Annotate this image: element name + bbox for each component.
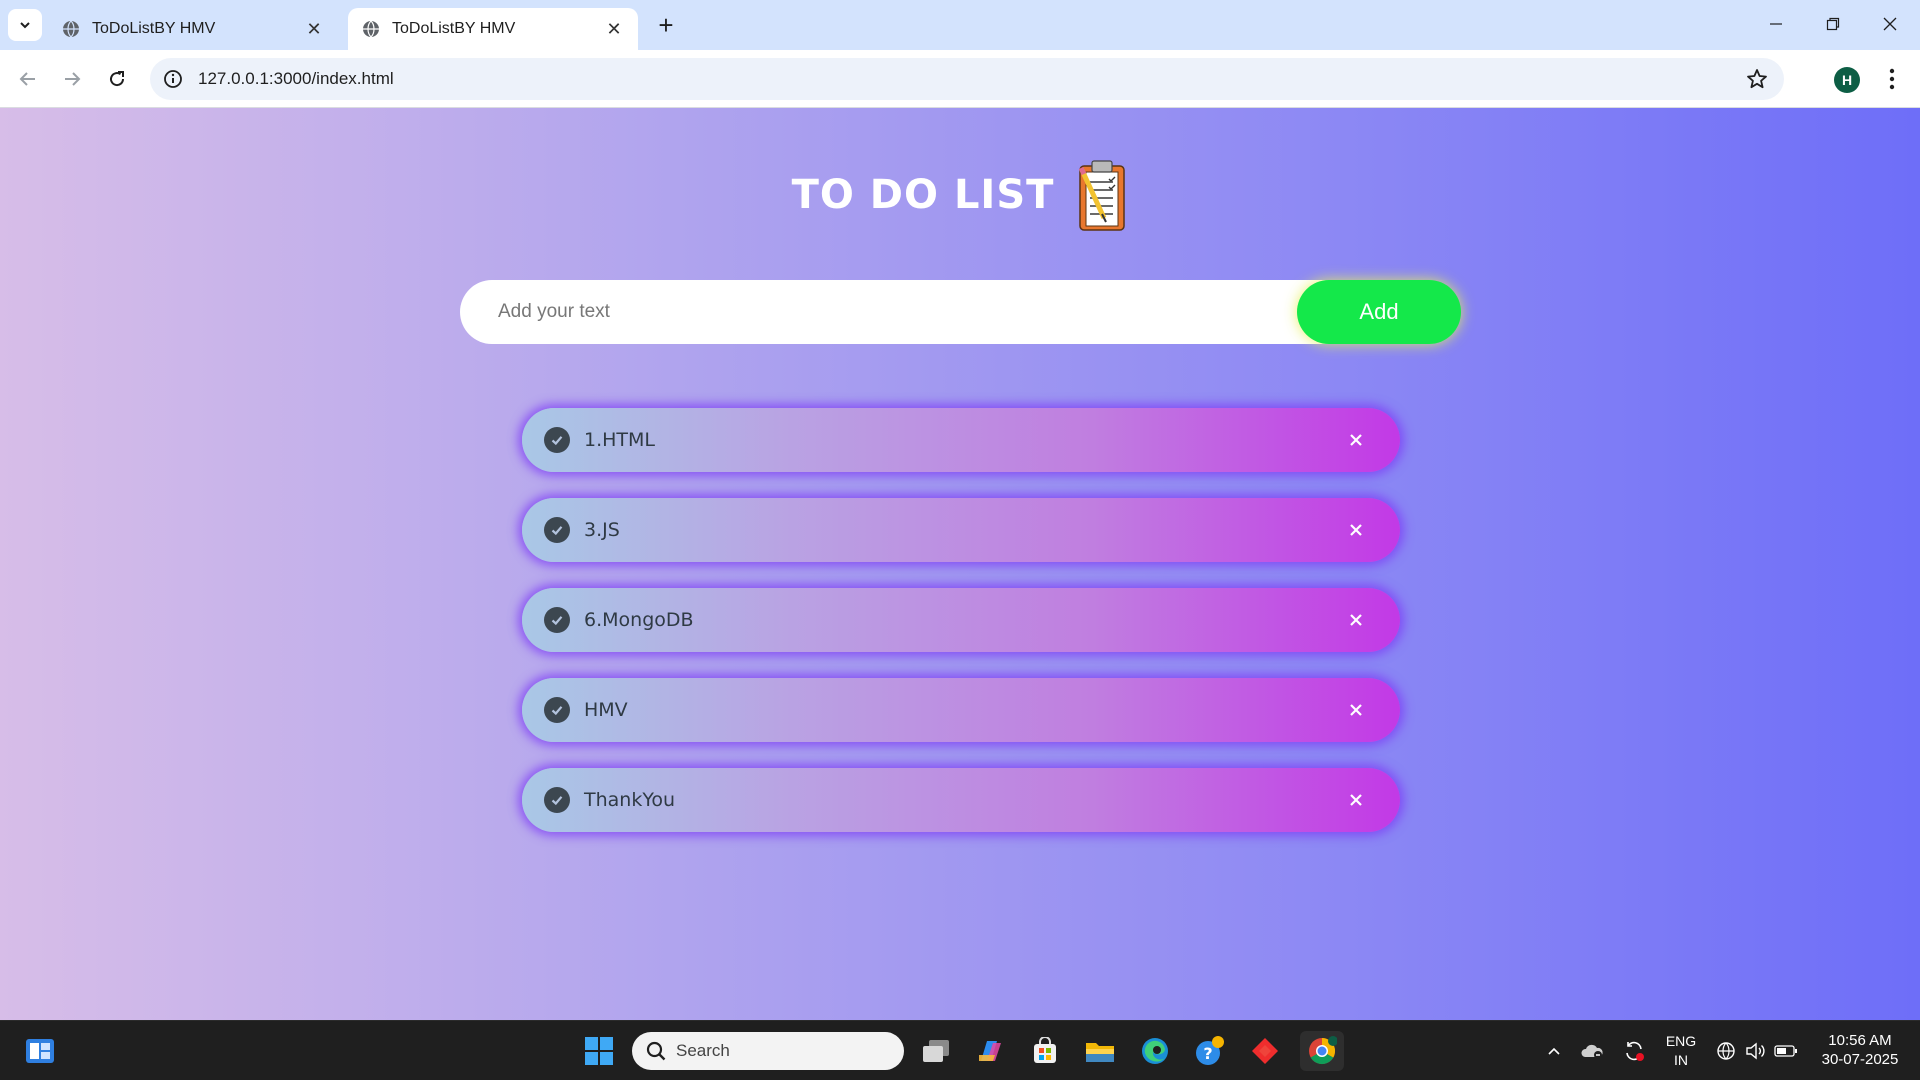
task-view-icon[interactable] <box>916 1031 956 1071</box>
arrow-right-icon <box>65 72 81 86</box>
delete-task-icon[interactable] <box>1344 428 1368 452</box>
language-code: ENG <box>1665 1033 1697 1049</box>
language-indicator[interactable]: ENG IN <box>1660 1032 1702 1070</box>
task-item[interactable]: 3.JS <box>522 498 1400 562</box>
restore-button[interactable] <box>1805 8 1861 40</box>
page-title: TO DO LIST <box>791 172 1055 218</box>
task-item[interactable]: 6.MongoDB <box>522 588 1400 652</box>
chevron-up-icon[interactable] <box>1534 1031 1574 1071</box>
browser-tab-1[interactable]: ToDoListBY HMV ✕ <box>48 8 338 50</box>
add-button[interactable]: Add <box>1297 280 1461 344</box>
restore-icon <box>1826 17 1840 31</box>
address-url: 127.0.0.1:3000/index.html <box>198 69 394 88</box>
edge-browser-icon[interactable] <box>1135 1031 1175 1071</box>
close-icon <box>1883 17 1897 31</box>
globe-icon <box>63 20 79 38</box>
task-input[interactable] <box>498 280 1298 344</box>
region-code: IN <box>1674 1052 1688 1068</box>
clock-time: 10:56 AM <box>1828 1032 1892 1049</box>
delete-task-icon[interactable] <box>1344 788 1368 812</box>
clipboard-icon <box>1076 158 1128 232</box>
check-circle-icon[interactable] <box>544 787 570 813</box>
arrow-left-icon <box>19 72 35 86</box>
task-label: 3.JS <box>584 519 620 541</box>
profile-avatar[interactable]: H <box>1834 67 1860 93</box>
browser-tab-bar: ToDoListBY HMV ✕ ToDoListBY HMV ✕ + <box>0 0 1920 50</box>
svg-text:?: ? <box>1203 1044 1212 1063</box>
task-list: 1.HTML 3.JS 6.MongoDB HMV ThankYou <box>522 408 1400 858</box>
globe-icon <box>363 20 379 38</box>
start-windows-icon[interactable] <box>579 1031 619 1071</box>
clock-date: 30-07-2025 <box>1821 1051 1899 1068</box>
browser-tab-2[interactable]: ToDoListBY HMV ✕ <box>348 8 638 50</box>
more-menu-icon[interactable] <box>1880 65 1904 93</box>
windows-taskbar: Search ? ENG IN 10:56 AM 30-07-2025 <box>0 1020 1920 1080</box>
new-tab-button[interactable]: + <box>652 12 680 40</box>
task-label: 6.MongoDB <box>584 609 694 631</box>
task-item[interactable]: ThankYou <box>522 768 1400 832</box>
delete-task-icon[interactable] <box>1344 518 1368 542</box>
check-circle-icon[interactable] <box>544 697 570 723</box>
todo-page: TO DO LIST Add 1.HTML 3.JS <box>0 108 1920 1020</box>
battery-icon[interactable] <box>1768 1031 1804 1071</box>
onedrive-icon[interactable] <box>1572 1031 1612 1071</box>
check-circle-icon[interactable] <box>544 517 570 543</box>
minimize-button[interactable] <box>1748 8 1804 40</box>
task-item[interactable]: 1.HTML <box>522 408 1400 472</box>
bookmark-star-icon[interactable] <box>1746 68 1768 95</box>
clock[interactable]: 10:56 AM 30-07-2025 <box>1808 1031 1912 1069</box>
check-circle-icon[interactable] <box>544 427 570 453</box>
delete-task-icon[interactable] <box>1344 698 1368 722</box>
widgets-icon[interactable] <box>20 1031 60 1071</box>
task-label: ThankYou <box>584 789 676 811</box>
chevron-down-icon <box>20 22 30 29</box>
close-tab-icon[interactable]: ✕ <box>604 19 624 40</box>
browser-toolbar: 127.0.0.1:3000/index.html H <box>0 50 1920 108</box>
reload-icon <box>110 71 125 87</box>
search-icon <box>646 1041 666 1061</box>
tab-search-button[interactable] <box>8 9 42 41</box>
copilot-icon[interactable] <box>970 1031 1010 1071</box>
chrome-icon[interactable] <box>1300 1031 1344 1071</box>
task-item[interactable]: HMV <box>522 678 1400 742</box>
microsoft-store-icon[interactable] <box>1025 1031 1065 1071</box>
task-label: HMV <box>584 699 628 721</box>
tab-title: ToDoListBY HMV <box>392 20 516 37</box>
search-label: Search <box>676 1041 730 1060</box>
tab-title: ToDoListBY HMV <box>92 20 216 37</box>
delete-task-icon[interactable] <box>1344 608 1368 632</box>
sync-icon[interactable] <box>1614 1031 1654 1071</box>
close-window-button[interactable] <box>1862 8 1918 40</box>
site-info-icon[interactable] <box>162 68 184 90</box>
help-icon[interactable]: ? <box>1190 1031 1230 1071</box>
anydesk-icon[interactable] <box>1245 1031 1285 1071</box>
close-tab-icon[interactable]: ✕ <box>304 19 324 40</box>
task-label: 1.HTML <box>584 429 655 451</box>
minimize-icon <box>1770 23 1782 25</box>
address-bar[interactable]: 127.0.0.1:3000/index.html <box>150 58 1784 100</box>
taskbar-search[interactable]: Search <box>632 1032 904 1070</box>
back-button[interactable] <box>12 63 44 95</box>
forward-button[interactable] <box>56 63 88 95</box>
check-circle-icon[interactable] <box>544 607 570 633</box>
app-header: TO DO LIST <box>0 158 1920 232</box>
reload-button[interactable] <box>101 63 133 95</box>
file-explorer-icon[interactable] <box>1080 1031 1120 1071</box>
